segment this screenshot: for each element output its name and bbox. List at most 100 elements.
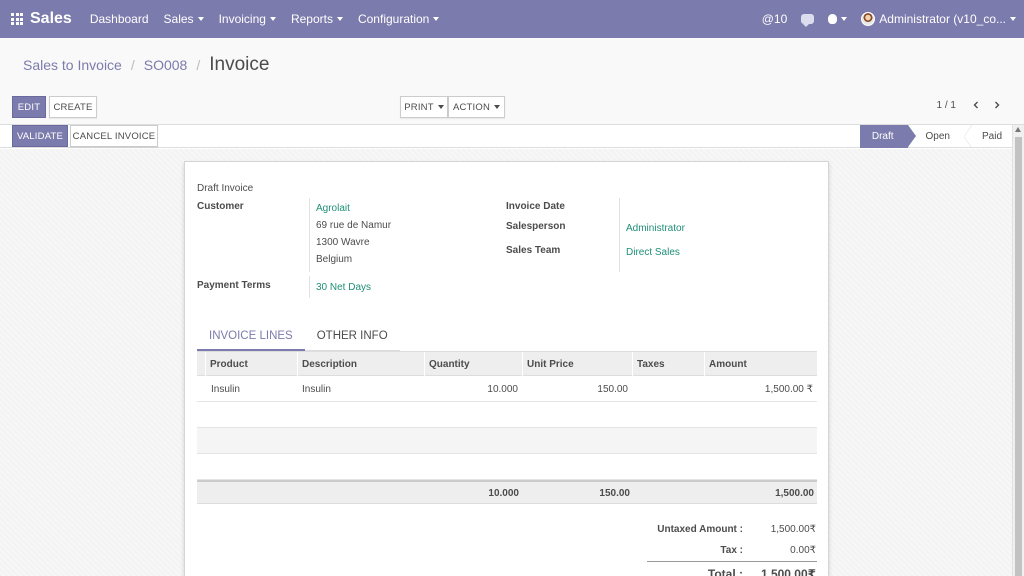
status-stages: Draft Open Paid [859,125,1016,148]
mentions-counter[interactable]: @10 [762,12,788,26]
breadcrumb-separator: / [196,57,201,73]
caret-down-icon [494,105,501,109]
stage-open[interactable]: Open [908,125,964,148]
salesperson-link[interactable]: Administrator [626,223,685,234]
column-header-unit-price[interactable]: Unit Price [522,352,632,376]
menu-reports[interactable]: Reports [291,12,343,26]
menu-configuration[interactable]: Configuration [357,12,440,26]
form-statusbar: VALIDATE CANCEL INVOICE Draft Open Paid [0,125,1024,148]
chevron-right-icon [995,101,1000,109]
pager-previous-button[interactable] [969,98,983,112]
top-navbar: Sales Dashboard Sales Invoicing Reports … [0,0,1024,38]
column-header-taxes[interactable]: Taxes [632,352,704,376]
invoice-date-field[interactable] [626,201,776,215]
menu-sales-label: Sales [163,12,194,26]
caret-down-icon [336,17,343,21]
caret-down-icon [437,105,444,109]
breadcrumb-sales-to-invoice[interactable]: Sales to Invoice [23,57,122,73]
apps-grid-icon[interactable] [11,13,23,25]
column-header-amount[interactable]: Amount [704,352,817,376]
invoice-state-title: Draft Invoice [197,183,254,194]
customer-label: Customer [197,201,244,212]
invoice-lines-table: Product Description Quantity Unit Price … [197,351,817,504]
table-row[interactable]: Insulin Insulin 10.000 150.00 1,500.00 ₹ [197,376,817,402]
bug-icon [828,14,838,24]
messaging-button[interactable] [801,14,815,27]
total-divider [647,561,817,562]
menu-dashboard-label: Dashboard [89,12,149,26]
page-scrollbar[interactable] [1012,125,1024,576]
column-header-product[interactable]: Product [205,352,297,376]
column-header-description[interactable]: Description [297,352,424,376]
tax-value: 0.00₹ [790,545,816,556]
pager-next-button[interactable] [990,98,1004,112]
action-dropdown[interactable]: ACTION [448,96,505,118]
breadcrumb: Sales to Invoice / SO008 / Invoice [23,54,269,76]
chat-icon [801,14,815,27]
invoice-date-label: Invoice Date [506,201,565,212]
table-footer-totals: 10.000 150.00 1,500.00 [197,480,817,504]
menu-reports-label: Reports [290,12,333,26]
tax-label: Tax : [720,545,743,556]
form-notebook-tabs: INVOICE LINES OTHER INFO [197,326,400,351]
user-menu[interactable]: Administrator (v10_co... [861,12,1016,26]
salesperson-label: Salesperson [506,221,566,232]
pager-value[interactable]: 1 / 1 [937,100,956,111]
tab-invoice-lines[interactable]: INVOICE LINES [197,326,305,351]
stage-draft[interactable]: Draft [859,125,916,148]
menu-invoicing[interactable]: Invoicing [219,12,276,26]
edit-button[interactable]: EDIT [12,96,46,118]
action-label: ACTION [452,101,491,113]
stage-paid[interactable]: Paid [963,125,1016,148]
menu-invoicing-label: Invoicing [218,12,266,26]
menu-configuration-label: Configuration [357,12,430,26]
debug-menu[interactable] [828,14,848,24]
untaxed-amount-value: 1,500.00₹ [770,524,816,535]
create-button[interactable]: CREATE [49,96,97,118]
page-title: Invoice [209,54,270,75]
table-row-empty[interactable] [197,402,817,428]
print-dropdown[interactable]: PRINT [400,96,448,118]
untaxed-amount-label: Untaxed Amount : [657,524,743,535]
control-panel: Sales to Invoice / SO008 / Invoice EDIT … [0,38,1024,125]
chevron-left-icon [973,101,978,109]
validate-button[interactable]: VALIDATE [12,125,68,147]
cancel-invoice-button[interactable]: CANCEL INVOICE [70,125,158,147]
caret-down-icon [197,17,204,21]
customer-link[interactable]: Agrolait [316,203,350,214]
breadcrumb-so008[interactable]: SO008 [144,57,188,73]
caret-down-icon [433,17,440,21]
sales-team-link[interactable]: Direct Sales [626,247,680,258]
scroll-up-icon[interactable] [1015,127,1021,132]
sheet-background: Draft Invoice Customer Agrolait 69 rue d… [0,149,1012,576]
at-icon: @ [761,12,774,26]
breadcrumb-separator: / [130,57,135,73]
table-row-empty[interactable] [197,454,817,480]
cell-unit-price: 150.00 [597,383,628,395]
payment-terms-label: Payment Terms [197,280,271,291]
sales-team-label: Sales Team [506,245,561,256]
caret-down-icon [1010,17,1016,21]
cell-description: Insulin [302,383,331,395]
mentions-count: 10 [773,12,788,26]
cell-amount: 1,500.00 ₹ [764,383,813,395]
scrollbar-thumb[interactable] [1015,137,1022,576]
payment-terms-link[interactable]: 30 Net Days [316,282,371,293]
total-label: Total : [707,567,743,576]
invoice-form-sheet: Draft Invoice Customer Agrolait 69 rue d… [184,161,829,576]
cell-taxes [632,376,702,402]
user-name: Administrator (v10_co... [879,12,1006,26]
print-label: PRINT [404,101,434,113]
app-brand[interactable]: Sales [30,10,72,28]
address-line-1: 69 rue de Namur [316,220,392,231]
cell-product: Insulin [211,383,240,395]
column-header-quantity[interactable]: Quantity [424,352,522,376]
tab-other-info[interactable]: OTHER INFO [304,326,400,351]
menu-dashboard[interactable]: Dashboard [90,12,149,26]
navbar-right: @10 Administrator (v10_co... [762,0,1024,38]
total-amount: 1,500.00 [775,487,814,499]
table-row-empty[interactable] [197,428,817,454]
table-header: Product Description Quantity Unit Price … [197,351,817,376]
menu-sales[interactable]: Sales [164,12,204,26]
caret-down-icon [269,17,276,21]
